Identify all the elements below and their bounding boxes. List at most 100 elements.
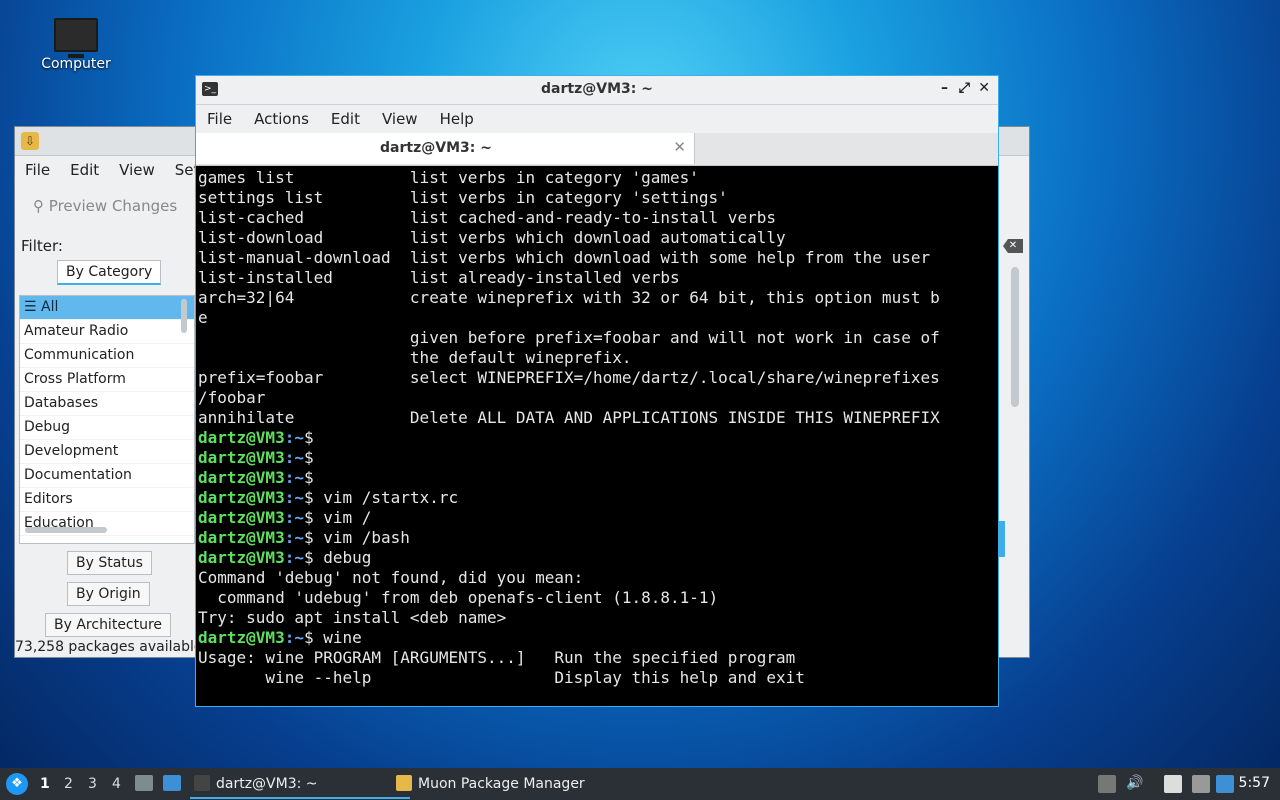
output-line: Usage: wine PROGRAM [ARGUMENTS...] Run t… — [198, 648, 796, 667]
output-line: e — [198, 308, 208, 327]
output-line: settings list list verbs in category 'se… — [198, 188, 728, 207]
show-desktop-icon[interactable] — [163, 775, 181, 791]
taskbar-muon-label: Muon Package Manager — [418, 776, 585, 792]
monitor-icon — [54, 18, 98, 58]
volume-icon[interactable]: 🔊 — [1126, 775, 1144, 793]
terminal-menu-actions[interactable]: Actions — [243, 105, 320, 133]
file-manager-icon[interactable] — [135, 775, 153, 791]
desktop-3-button[interactable]: 3 — [88, 776, 97, 792]
terminal-menu-file[interactable]: File — [196, 105, 243, 133]
minimize-icon[interactable]: – — [941, 80, 948, 96]
category-item[interactable]: Debug — [20, 416, 194, 440]
taskbar-terminal-label: dartz@VM3: ~ — [216, 776, 318, 792]
clear-search-icon[interactable]: ✕ — [1003, 239, 1023, 253]
computer-label: Computer — [41, 56, 111, 72]
terminal-menubar: File Actions Edit View Help — [196, 105, 998, 133]
category-item[interactable]: Cross Platform — [20, 368, 194, 392]
clipboard-icon[interactable] — [1164, 775, 1182, 793]
category-item[interactable]: Communication — [20, 344, 194, 368]
terminal-menu-view[interactable]: View — [371, 105, 429, 133]
application-menu-icon[interactable]: ❖ — [6, 773, 28, 795]
prompt-line: dartz@VM3:~$ wine — [198, 628, 362, 647]
terminal-title: dartz@VM3: ~ — [541, 81, 653, 97]
terminal-menu-help[interactable]: Help — [429, 105, 485, 133]
filter-label: Filter: — [21, 237, 63, 255]
category-item-all[interactable]: ☰ All — [20, 296, 194, 320]
category-hscrollbar[interactable] — [25, 527, 107, 533]
command-text: vim / — [313, 508, 372, 527]
taskbar-terminal-task[interactable]: dartz@VM3: ~ — [190, 771, 410, 799]
terminal-output[interactable]: games list list verbs in category 'games… — [198, 168, 996, 704]
category-item[interactable]: Amateur Radio — [20, 320, 194, 344]
prompt-line: dartz@VM3:~$ — [198, 468, 314, 487]
output-line: the default wineprefix. — [198, 348, 632, 367]
terminal-menu-edit[interactable]: Edit — [320, 105, 371, 133]
output-line: list-download list verbs which download … — [198, 228, 786, 247]
output-line: Command 'debug' not found, did you mean: — [198, 568, 584, 587]
package-list-scrollbar[interactable] — [1011, 267, 1019, 407]
command-text: vim /startx.rc — [313, 488, 459, 507]
tab-by-status[interactable]: By Status — [67, 551, 152, 575]
package-count-status: 73,258 packages available, — [15, 639, 207, 655]
output-line: list-manual-download list verbs which do… — [198, 248, 931, 267]
output-line: games list list verbs in category 'games… — [198, 168, 699, 187]
tab-by-architecture[interactable]: By Architecture — [45, 613, 172, 637]
close-icon[interactable]: ✕ — [978, 80, 990, 96]
category-item[interactable]: Editors — [20, 488, 194, 512]
network-icon[interactable] — [1192, 775, 1210, 793]
preview-changes-button[interactable]: ⚲ Preview Changes — [33, 197, 177, 215]
output-line: wine --help Display this help and exit — [198, 668, 805, 687]
muon-menu-view[interactable]: View — [109, 157, 165, 185]
muon-app-icon: ⇩ — [21, 132, 39, 150]
output-line: annihilate Delete ALL DATA AND APPLICATI… — [198, 408, 940, 427]
output-line: given before prefix=foobar and will not … — [198, 328, 940, 347]
tab-by-origin[interactable]: By Origin — [67, 582, 150, 606]
output-line: /foobar — [198, 388, 266, 407]
list-icon: ☰ — [24, 299, 42, 315]
prompt-line: dartz@VM3:~$ — [198, 448, 314, 467]
muon-menu-file[interactable]: File — [15, 157, 60, 185]
output-line: list-cached list cached-and-ready-to-ins… — [198, 208, 776, 227]
terminal-icon — [194, 775, 210, 791]
output-line: Try: sudo apt install <deb name> — [198, 608, 507, 627]
maximize-icon[interactable]: ⤢ — [959, 80, 970, 96]
prompt-user: dartz@VM3 — [198, 428, 285, 447]
category-item[interactable]: Databases — [20, 392, 194, 416]
update-notifier-icon[interactable] — [1098, 775, 1116, 793]
desktop-4-button[interactable]: 4 — [112, 776, 121, 792]
muon-menu-edit[interactable]: Edit — [60, 157, 109, 185]
terminal-tab[interactable]: dartz@VM3: ~ ✕ — [196, 133, 695, 164]
taskbar: ❖ 1 2 3 4 dartz@VM3: ~ Muon Package Mana… — [0, 768, 1280, 800]
computer-desktop-icon[interactable]: Computer — [38, 14, 114, 72]
desktop-2-button[interactable]: 2 — [64, 776, 73, 792]
prompt-line: dartz@VM3:~$ vim / — [198, 508, 372, 527]
category-list: ☰ All Amateur Radio Communication Cross … — [19, 295, 195, 544]
category-scrollbar[interactable] — [179, 296, 191, 543]
output-line: arch=32|64 create wineprefix with 32 or … — [198, 288, 940, 307]
output-line: prefix=foobar select WINEPREFIX=/home/da… — [198, 368, 940, 387]
output-line: list-installed list already-installed ve… — [198, 268, 680, 287]
close-tab-icon[interactable]: ✕ — [673, 138, 686, 156]
prompt-line: dartz@VM3:~$ vim /startx.rc — [198, 488, 459, 507]
category-item[interactable]: Development — [20, 440, 194, 464]
command-text: wine — [313, 628, 362, 647]
terminal-titlebar[interactable]: >_ dartz@VM3: ~ – ⤢ ✕ — [196, 76, 998, 105]
prompt-line: dartz@VM3:~$ debug — [198, 548, 372, 567]
desktop-1-button[interactable]: 1 — [40, 776, 50, 792]
terminal-tab-label: dartz@VM3: ~ — [380, 140, 492, 156]
prompt-symbol: $ — [303, 428, 314, 447]
category-item[interactable]: Documentation — [20, 464, 194, 488]
preview-changes-label: Preview Changes — [48, 197, 178, 215]
command-text: vim /bash — [313, 528, 410, 547]
clock[interactable]: 5:57 — [1239, 775, 1270, 791]
terminal-tabbar: dartz@VM3: ~ ✕ — [196, 133, 998, 166]
output-line: command 'udebug' from deb openafs-client… — [198, 588, 719, 607]
prompt-path: :~ — [284, 428, 304, 447]
taskbar-muon-task[interactable]: Muon Package Manager — [392, 771, 638, 797]
package-manager-icon — [396, 775, 412, 791]
prompt-line: dartz@VM3:~$ vim /bash — [198, 528, 410, 547]
tab-by-category[interactable]: By Category — [57, 260, 162, 285]
prompt-line: dartz@VM3:~$ — [198, 428, 996, 448]
muon-menubar: File Edit View Set — [15, 157, 209, 185]
notification-icon[interactable] — [1216, 775, 1234, 793]
